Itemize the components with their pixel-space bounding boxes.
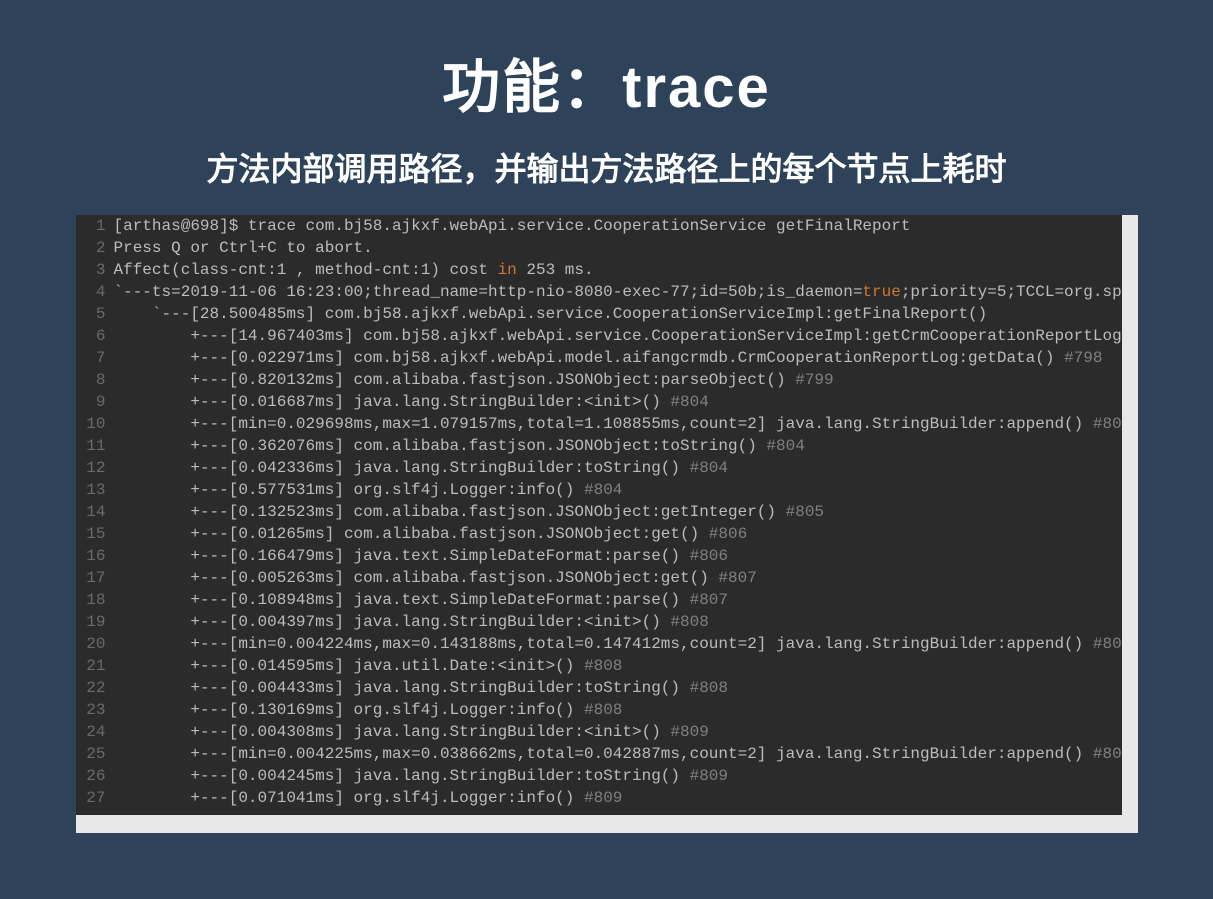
code-line: 2Press Q or Ctrl+C to abort. — [76, 237, 1122, 259]
line-number: 14 — [76, 501, 114, 523]
line-text: +---[0.108948ms] java.text.SimpleDateFor… — [114, 589, 729, 611]
line-text: +---[0.004308ms] java.lang.StringBuilder… — [114, 721, 709, 743]
code-line: 26 +---[0.004245ms] java.lang.StringBuil… — [76, 765, 1122, 787]
line-number: 5 — [76, 303, 114, 325]
line-number: 3 — [76, 259, 114, 281]
code-line: 9 +---[0.016687ms] java.lang.StringBuild… — [76, 391, 1122, 413]
code-line: 24 +---[0.004308ms] java.lang.StringBuil… — [76, 721, 1122, 743]
line-text: Affect(class-cnt:1 , method-cnt:1) cost … — [114, 259, 594, 281]
line-text: `---ts=2019-11-06 16:23:00;thread_name=h… — [114, 281, 1122, 303]
line-text: `---[28.500485ms] com.bj58.ajkxf.webApi.… — [114, 303, 988, 325]
line-text: +---[0.004245ms] java.lang.StringBuilder… — [114, 765, 729, 787]
line-number: 17 — [76, 567, 114, 589]
line-number: 15 — [76, 523, 114, 545]
line-number: 24 — [76, 721, 114, 743]
line-text: +---[0.005263ms] com.alibaba.fastjson.JS… — [114, 567, 757, 589]
code-line: 3Affect(class-cnt:1 , method-cnt:1) cost… — [76, 259, 1122, 281]
code-line: 6 +---[14.967403ms] com.bj58.ajkxf.webAp… — [76, 325, 1122, 347]
line-number: 25 — [76, 743, 114, 765]
code-line: 14 +---[0.132523ms] com.alibaba.fastjson… — [76, 501, 1122, 523]
code-line: 4`---ts=2019-11-06 16:23:00;thread_name=… — [76, 281, 1122, 303]
code-line: 1[arthas@698]$ trace com.bj58.ajkxf.webA… — [76, 215, 1122, 237]
slide: 功能：trace 方法内部调用路径，并输出方法路径上的每个节点上耗时 1[art… — [0, 0, 1213, 899]
line-text: +---[0.004397ms] java.lang.StringBuilder… — [114, 611, 709, 633]
code-line: 12 +---[0.042336ms] java.lang.StringBuil… — [76, 457, 1122, 479]
code-line: 17 +---[0.005263ms] com.alibaba.fastjson… — [76, 567, 1122, 589]
line-number: 12 — [76, 457, 114, 479]
line-number: 22 — [76, 677, 114, 699]
line-number: 18 — [76, 589, 114, 611]
code-line: 22 +---[0.004433ms] java.lang.StringBuil… — [76, 677, 1122, 699]
line-text: +---[0.130169ms] org.slf4j.Logger:info()… — [114, 699, 623, 721]
code-line: 20 +---[min=0.004224ms,max=0.143188ms,to… — [76, 633, 1122, 655]
line-text: +---[0.042336ms] java.lang.StringBuilder… — [114, 457, 729, 479]
line-text: +---[0.362076ms] com.alibaba.fastjson.JS… — [114, 435, 805, 457]
code-line: 16 +---[0.166479ms] java.text.SimpleDate… — [76, 545, 1122, 567]
line-number: 27 — [76, 787, 114, 809]
line-number: 19 — [76, 611, 114, 633]
line-text: +---[0.022971ms] com.bj58.ajkxf.webApi.m… — [114, 347, 1103, 369]
code-line: 19 +---[0.004397ms] java.lang.StringBuil… — [76, 611, 1122, 633]
line-number: 9 — [76, 391, 114, 413]
code-line: 10 +---[min=0.029698ms,max=1.079157ms,to… — [76, 413, 1122, 435]
line-number: 4 — [76, 281, 114, 303]
line-number: 1 — [76, 215, 114, 237]
line-text: +---[0.014595ms] java.util.Date:<init>()… — [114, 655, 623, 677]
line-number: 20 — [76, 633, 114, 655]
code-line: 8 +---[0.820132ms] com.alibaba.fastjson.… — [76, 369, 1122, 391]
code-line: 18 +---[0.108948ms] java.text.SimpleDate… — [76, 589, 1122, 611]
line-text: +---[0.004433ms] java.lang.StringBuilder… — [114, 677, 729, 699]
line-number: 7 — [76, 347, 114, 369]
line-text: +---[0.577531ms] org.slf4j.Logger:info()… — [114, 479, 623, 501]
code-line: 15 +---[0.01265ms] com.alibaba.fastjson.… — [76, 523, 1122, 545]
line-number: 2 — [76, 237, 114, 259]
line-text: [arthas@698]$ trace com.bj58.ajkxf.webAp… — [114, 215, 911, 237]
line-text: +---[min=0.004225ms,max=0.038662ms,total… — [114, 743, 1122, 765]
line-text: +---[0.016687ms] java.lang.StringBuilder… — [114, 391, 709, 413]
line-text: +---[0.166479ms] java.text.SimpleDateFor… — [114, 545, 729, 567]
line-number: 26 — [76, 765, 114, 787]
code-line: 7 +---[0.022971ms] com.bj58.ajkxf.webApi… — [76, 347, 1122, 369]
line-text: +---[0.071041ms] org.slf4j.Logger:info()… — [114, 787, 623, 809]
code-line: 11 +---[0.362076ms] com.alibaba.fastjson… — [76, 435, 1122, 457]
line-text: +---[0.01265ms] com.alibaba.fastjson.JSO… — [114, 523, 748, 545]
line-number: 16 — [76, 545, 114, 567]
code-scroll-area[interactable]: 1[arthas@698]$ trace com.bj58.ajkxf.webA… — [76, 215, 1122, 815]
code-line: 23 +---[0.130169ms] org.slf4j.Logger:inf… — [76, 699, 1122, 721]
line-number: 21 — [76, 655, 114, 677]
code-line: 27 +---[0.071041ms] org.slf4j.Logger:inf… — [76, 787, 1122, 809]
code-line: 13 +---[0.577531ms] org.slf4j.Logger:inf… — [76, 479, 1122, 501]
code-line: 25 +---[min=0.004225ms,max=0.038662ms,to… — [76, 743, 1122, 765]
line-number: 8 — [76, 369, 114, 391]
line-text: +---[min=0.029698ms,max=1.079157ms,total… — [114, 413, 1122, 435]
code-line: 5 `---[28.500485ms] com.bj58.ajkxf.webAp… — [76, 303, 1122, 325]
slide-subtitle: 方法内部调用路径，并输出方法路径上的每个节点上耗时 — [0, 144, 1213, 190]
line-number: 11 — [76, 435, 114, 457]
slide-title: 功能：trace — [0, 40, 1213, 124]
line-text: Press Q or Ctrl+C to abort. — [114, 237, 373, 259]
code-line: 21 +---[0.014595ms] java.util.Date:<init… — [76, 655, 1122, 677]
line-text: +---[14.967403ms] com.bj58.ajkxf.webApi.… — [114, 325, 1122, 347]
line-text: +---[0.820132ms] com.alibaba.fastjson.JS… — [114, 369, 834, 391]
code-content: 1[arthas@698]$ trace com.bj58.ajkxf.webA… — [76, 215, 1122, 809]
line-number: 23 — [76, 699, 114, 721]
line-number: 10 — [76, 413, 114, 435]
code-frame: 1[arthas@698]$ trace com.bj58.ajkxf.webA… — [76, 215, 1138, 833]
line-text: +---[0.132523ms] com.alibaba.fastjson.JS… — [114, 501, 825, 523]
line-text: +---[min=0.004224ms,max=0.143188ms,total… — [114, 633, 1122, 655]
line-number: 13 — [76, 479, 114, 501]
line-number: 6 — [76, 325, 114, 347]
